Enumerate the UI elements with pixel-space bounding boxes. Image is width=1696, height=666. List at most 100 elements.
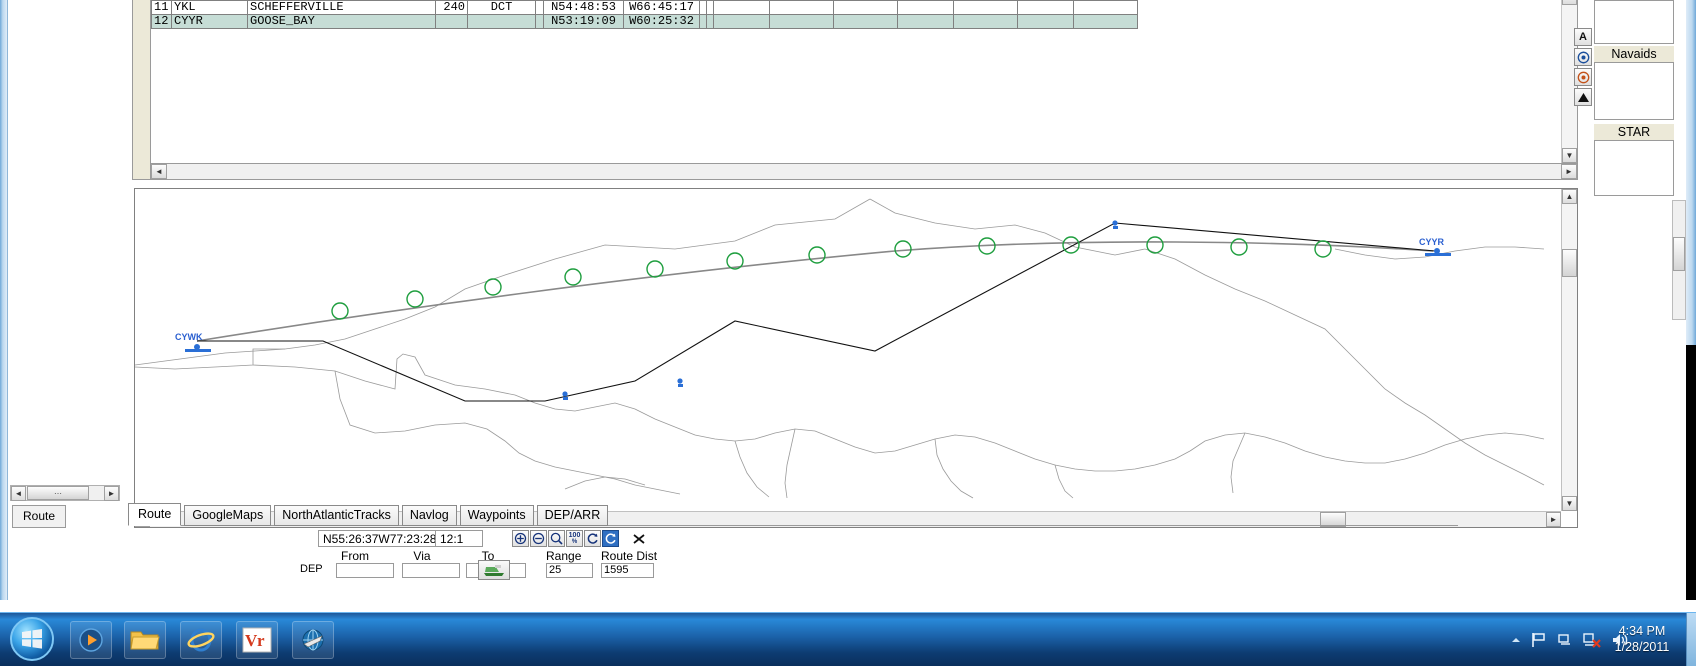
left-panel-horizontal-scrollbar[interactable]: ◄ ⋯ ► <box>10 485 120 501</box>
from-input[interactable] <box>336 563 394 578</box>
vor-navaid-icon[interactable] <box>1574 48 1592 66</box>
cell-row-number: 12 <box>151 14 172 29</box>
tab-waypoints-label: Waypoints <box>467 508 526 522</box>
refresh-icon[interactable] <box>584 530 601 547</box>
media-player-taskbar-button[interactable] <box>70 621 112 659</box>
cell-waypoint-name: SCHEFFERVILLE <box>247 0 436 15</box>
scroll-up-icon[interactable]: ▲ <box>1562 0 1577 5</box>
cell-row-number: 11 <box>151 0 172 15</box>
map-scroll-down-icon[interactable]: ▼ <box>1562 496 1577 511</box>
airport-marker-cyyr: CYYR <box>1419 237 1451 256</box>
zoom-in-icon[interactable] <box>512 530 529 547</box>
map-vscroll-thumb[interactable] <box>1562 249 1577 277</box>
scroll-down-icon[interactable]: ▼ <box>1562 148 1577 163</box>
latlon-readout: N55:26:37 W77:23:28 <box>318 530 436 547</box>
scroll-left-icon[interactable]: ◄ <box>151 164 167 179</box>
zoom-out-icon[interactable] <box>530 530 547 547</box>
cell-extra-5 <box>953 0 1018 15</box>
tab-googlemaps-label: GoogleMaps <box>192 508 264 522</box>
right-sidebar: Navaids STAR A <box>1574 0 1678 544</box>
tab-navlog[interactable]: Navlog <box>401 505 457 526</box>
close-x-icon[interactable] <box>630 530 647 547</box>
cell-extra-5 <box>953 14 1018 29</box>
show-desktop-button[interactable] <box>1686 613 1696 666</box>
latitude-value: N55:26:37 <box>323 531 379 546</box>
action-center-icon[interactable] <box>1530 631 1548 649</box>
windows-taskbar: V r 4:34 PM 1/28/2011 <box>0 612 1696 666</box>
left-route-tab[interactable]: Route <box>12 505 67 528</box>
refresh-active-icon[interactable] <box>602 530 619 547</box>
map-vertical-scrollbar[interactable]: ▲ ▼ <box>1561 189 1577 511</box>
airport-label-cywk: CYWK <box>175 332 203 342</box>
tab-waypoints[interactable]: Waypoints <box>459 505 534 526</box>
cell-extra-1 <box>713 14 770 29</box>
taskbar-clock[interactable]: 4:34 PM 1/28/2011 <box>1604 623 1680 655</box>
cell-spacer-a <box>535 14 544 29</box>
cell-latitude: N53:19:09 <box>543 14 624 29</box>
star-panel-list[interactable] <box>1594 140 1674 196</box>
cell-extra-6 <box>1017 0 1074 15</box>
table-row[interactable]: 11 YKL SCHEFFERVILLE 240 DCT N54:48:53 W… <box>151 0 1138 15</box>
network-icon[interactable] <box>1556 631 1574 649</box>
cell-extra-2 <box>769 14 834 29</box>
intersection-triangle-icon[interactable] <box>1574 88 1592 106</box>
add-route-plane-button[interactable] <box>478 560 510 580</box>
network-icon <box>1558 634 1570 645</box>
tab-northatlantictracks[interactable]: NorthAtlanticTracks <box>274 505 399 526</box>
scroll-right-icon[interactable]: ► <box>1561 164 1577 179</box>
tab-googlemaps[interactable]: GoogleMaps <box>184 505 272 526</box>
sidebar-scroll-thumb[interactable] <box>1673 237 1685 271</box>
tab-route[interactable]: Route <box>128 503 182 526</box>
navaids-panel-title: Navaids <box>1594 46 1674 62</box>
show-hidden-icons[interactable] <box>1510 634 1522 646</box>
magnifier-icon[interactable] <box>548 530 565 547</box>
range-label: Range <box>546 549 582 563</box>
navaids-panel-list[interactable] <box>1594 62 1674 120</box>
coordinate-readout: N55:26:37 W77:23:28 12:1 <box>318 530 483 547</box>
cell-extra-2 <box>769 0 834 15</box>
application-window: 11 YKL SCHEFFERVILLE 240 DCT N54:48:53 W… <box>0 0 1696 666</box>
start-orb[interactable] <box>10 617 54 661</box>
via-label: Via <box>413 549 431 563</box>
airports-panel-list[interactable] <box>1594 0 1674 44</box>
clock-date: 1/28/2011 <box>1614 640 1670 654</box>
zoom-100-icon[interactable]: 100 % <box>566 530 583 547</box>
airport-letter-icon[interactable]: A <box>1574 28 1592 46</box>
left-scroll-left-icon[interactable]: ◄ <box>11 486 26 501</box>
vr-app-taskbar-button[interactable]: V r <box>236 621 278 659</box>
flight-planner-taskbar-button[interactable] <box>292 621 334 659</box>
from-label: From <box>341 549 369 563</box>
ndb-navaid-icon[interactable] <box>1574 68 1592 86</box>
flag-icon <box>1532 633 1545 647</box>
cell-latitude: N54:48:53 <box>543 0 624 15</box>
folder-icon <box>130 631 160 650</box>
route-dist-input[interactable]: 1595 <box>601 563 654 578</box>
tab-dep-arr[interactable]: DEP/ARR <box>536 505 609 526</box>
map-canvas[interactable]: CYWK CYYR <box>135 189 1561 511</box>
map-scroll-right-icon[interactable]: ► <box>1546 512 1561 527</box>
map-panel[interactable]: CYWK CYYR ▲ ▼ ◄ ► <box>134 188 1578 528</box>
internet-explorer-taskbar-button[interactable] <box>180 621 222 659</box>
scale-readout: 12:1 <box>435 530 483 547</box>
green-plane-icon <box>484 564 504 576</box>
cell-longitude: W66:45:17 <box>623 0 700 15</box>
cell-waypoint-id: YKL <box>171 0 248 15</box>
network-disconnected-icon[interactable] <box>1582 631 1602 649</box>
map-scroll-up-icon[interactable]: ▲ <box>1562 189 1577 204</box>
left-scroll-right-icon[interactable]: ► <box>104 486 119 501</box>
left-hscroll-thumb[interactable]: ⋯ <box>27 486 89 500</box>
range-input[interactable]: 25 <box>546 563 593 578</box>
via-input[interactable] <box>402 563 460 578</box>
route-table-row-gutter <box>133 0 151 179</box>
map-drawing: CYWK CYYR <box>135 198 1545 499</box>
table-row[interactable]: 12 CYYR GOOSE_BAY N53:19:09 W60:25:32 <box>151 14 1138 29</box>
cell-extra-4 <box>897 14 954 29</box>
tab-dep-arr-label: DEP/ARR <box>544 508 601 522</box>
sidebar-scrollbar[interactable] <box>1672 200 1686 320</box>
route-table-panel: 11 YKL SCHEFFERVILLE 240 DCT N54:48:53 W… <box>132 0 1578 180</box>
bottom-tab-bar: Route GoogleMaps NorthAtlanticTracks Nav… <box>128 503 611 526</box>
svg-text:r: r <box>257 631 265 650</box>
explorer-taskbar-button[interactable] <box>124 621 166 659</box>
route-table-horizontal-scrollbar[interactable]: ◄ ► <box>151 163 1577 179</box>
desktop-gap <box>0 600 1696 612</box>
